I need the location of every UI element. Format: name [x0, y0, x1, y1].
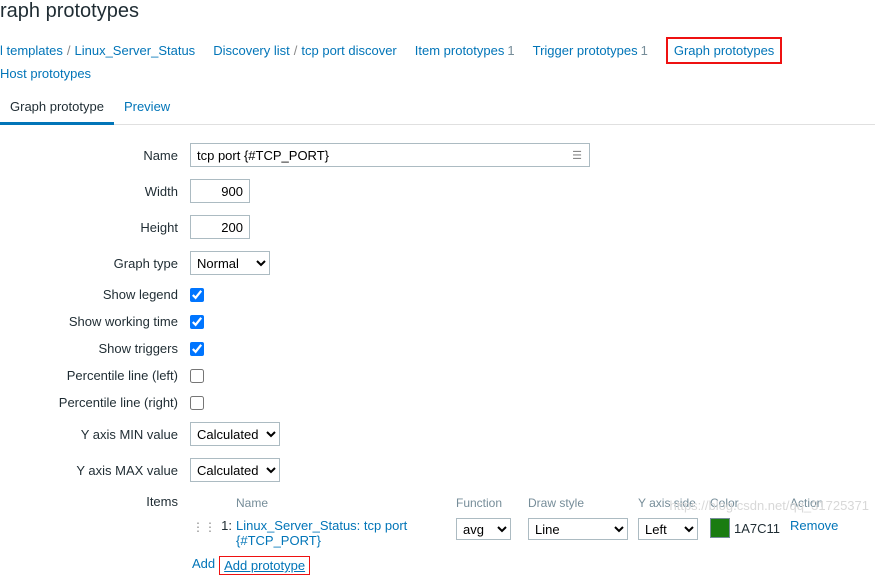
- crumb-item-prototypes[interactable]: Item prototypes: [415, 43, 505, 58]
- add-prototype-link[interactable]: Add prototype: [219, 556, 310, 575]
- label-graph-type: Graph type: [0, 256, 190, 271]
- show-working-checkbox[interactable]: [190, 315, 204, 329]
- label-name: Name: [0, 148, 190, 163]
- draw-style-select[interactable]: Line: [528, 518, 628, 540]
- items-table: Name Function Draw style Y axis side Col…: [192, 494, 847, 575]
- perc-right-checkbox[interactable]: [190, 396, 204, 410]
- breadcrumb: l templates / Linux_Server_Status Discov…: [0, 27, 875, 93]
- crumb-discovery-list[interactable]: Discovery list: [213, 43, 290, 58]
- width-input[interactable]: [190, 179, 250, 203]
- color-code: 1A7C11: [734, 521, 780, 536]
- highlight-graph-prototypes: Graph prototypes: [666, 37, 782, 64]
- col-header-y-axis: Y axis side: [638, 496, 710, 510]
- label-items: Items: [0, 494, 190, 509]
- label-show-triggers: Show triggers: [0, 341, 190, 356]
- remove-link[interactable]: Remove: [790, 518, 838, 533]
- separator: /: [67, 43, 71, 58]
- col-header-name: Name: [236, 496, 456, 510]
- crumb-graph-prototypes[interactable]: Graph prototypes: [674, 43, 774, 58]
- page-title: raph prototypes: [0, 0, 875, 27]
- label-perc-left: Percentile line (left): [0, 368, 190, 383]
- col-header-draw-style: Draw style: [528, 496, 638, 510]
- graph-type-select[interactable]: Normal: [190, 251, 270, 275]
- add-item-link[interactable]: Add: [192, 556, 215, 575]
- col-header-action: Action: [790, 496, 845, 510]
- item-name-link[interactable]: Linux_Server_Status: tcp port {#TCP_PORT…: [236, 518, 407, 548]
- form: Name ☰ Width Height Graph type Normal Sh…: [0, 125, 875, 575]
- y-axis-side-select[interactable]: Left: [638, 518, 698, 540]
- trigger-proto-count: 1: [641, 43, 648, 58]
- label-show-legend: Show legend: [0, 287, 190, 302]
- label-perc-right: Percentile line (right): [0, 395, 190, 410]
- separator: /: [294, 43, 298, 58]
- perc-left-checkbox[interactable]: [190, 369, 204, 383]
- crumb-template[interactable]: Linux_Server_Status: [75, 43, 196, 58]
- tab-preview[interactable]: Preview: [114, 93, 180, 125]
- show-legend-checkbox[interactable]: [190, 288, 204, 302]
- tabs: Graph prototype Preview: [0, 93, 875, 125]
- col-header-color: Color: [710, 496, 790, 510]
- label-width: Width: [0, 184, 190, 199]
- y-min-select[interactable]: Calculated: [190, 422, 280, 446]
- show-triggers-checkbox[interactable]: [190, 342, 204, 356]
- label-height: Height: [0, 220, 190, 235]
- label-y-max: Y axis MAX value: [0, 463, 190, 478]
- row-number: 1:: [218, 518, 236, 533]
- crumb-rule[interactable]: tcp port discover: [301, 43, 396, 58]
- color-swatch[interactable]: [710, 518, 730, 538]
- crumb-host-prototypes[interactable]: Host prototypes: [0, 66, 91, 81]
- label-show-working: Show working time: [0, 314, 190, 329]
- item-proto-count: 1: [507, 43, 514, 58]
- tab-graph-prototype[interactable]: Graph prototype: [0, 93, 114, 125]
- y-max-select[interactable]: Calculated: [190, 458, 280, 482]
- crumb-all-templates[interactable]: l templates: [0, 43, 63, 58]
- drag-handle-icon[interactable]: ⋮⋮: [192, 518, 218, 534]
- height-input[interactable]: [190, 215, 250, 239]
- function-select[interactable]: avg: [456, 518, 511, 540]
- crumb-trigger-prototypes[interactable]: Trigger prototypes: [533, 43, 638, 58]
- col-header-function: Function: [456, 496, 528, 510]
- name-input[interactable]: [190, 143, 590, 167]
- table-row: ⋮⋮ 1: Linux_Server_Status: tcp port {#TC…: [192, 516, 847, 550]
- label-y-min: Y axis MIN value: [0, 427, 190, 442]
